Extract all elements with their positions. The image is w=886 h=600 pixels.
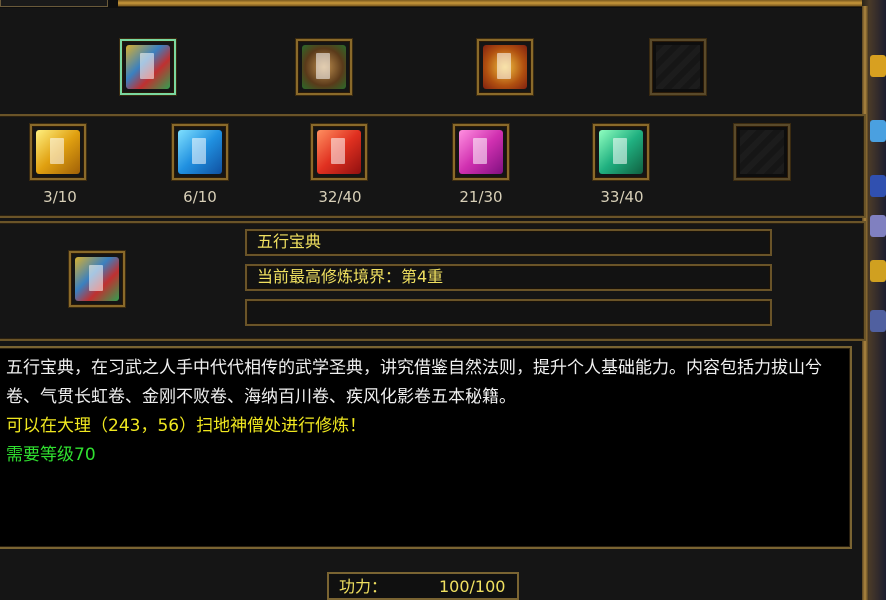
book-count: 6/10 — [183, 188, 217, 206]
empty-slot-icon — [656, 45, 700, 89]
extra-field — [245, 299, 772, 326]
location-text: 可以在大理（243，56）扫地神僧处进行修炼！ — [6, 416, 367, 436]
book-count: 21/30 — [459, 188, 503, 206]
item-slot-empty[interactable] — [650, 39, 706, 95]
book-slot-empty[interactable] — [734, 124, 790, 180]
book-slot-green[interactable] — [593, 124, 649, 180]
book-icon — [178, 130, 222, 174]
book-slot-yellow[interactable] — [30, 124, 86, 180]
side-icon[interactable] — [870, 120, 886, 142]
book-icon — [317, 130, 361, 174]
book-icon — [36, 130, 80, 174]
power-value: 100/100 — [439, 577, 506, 596]
realm-field: 当前最高修炼境界：第4重 — [245, 264, 772, 291]
wuxing-book-icon — [75, 257, 119, 301]
book-icon — [459, 130, 503, 174]
book-slot-red[interactable] — [311, 124, 367, 180]
side-icon[interactable] — [870, 175, 886, 197]
title-bar — [0, 0, 886, 8]
empty-slot-icon — [740, 130, 784, 174]
selected-item-slot[interactable] — [69, 251, 125, 307]
item-name-field: 五行宝典 — [245, 229, 772, 256]
book-icon — [599, 130, 643, 174]
scroll-bundle-icon — [302, 45, 346, 89]
book-count: 32/40 — [318, 188, 362, 206]
window-title-banner — [118, 0, 863, 7]
book-count: 3/10 — [43, 188, 77, 206]
book-slot-blue[interactable] — [172, 124, 228, 180]
side-icon[interactable] — [870, 310, 886, 332]
item-slot-scroll-green[interactable] — [296, 39, 352, 95]
wuxing-book-icon — [126, 45, 170, 89]
book-slot-pink[interactable] — [453, 124, 509, 180]
side-icon[interactable] — [870, 215, 886, 237]
item-slot-wuxing-book[interactable] — [120, 39, 176, 95]
book-count: 33/40 — [600, 188, 644, 206]
scroll-bundle-icon — [483, 45, 527, 89]
power-label: 功力： — [339, 577, 388, 596]
power-display: 功力： 100/100 — [327, 572, 519, 600]
description-text: 五行宝典，在习武之人手中代代相传的武学圣典，讲究借鉴自然法则，提升个人基础能力。… — [6, 358, 822, 407]
item-slot-scroll-gold[interactable] — [477, 39, 533, 95]
side-icon[interactable] — [870, 55, 886, 77]
side-icon[interactable] — [870, 260, 886, 282]
description-box: 五行宝典，在习武之人手中代代相传的武学圣典，讲究借鉴自然法则，提升个人基础能力。… — [0, 346, 852, 549]
requirement-text: 需要等级70 — [6, 445, 96, 465]
left-tab[interactable] — [0, 0, 108, 7]
